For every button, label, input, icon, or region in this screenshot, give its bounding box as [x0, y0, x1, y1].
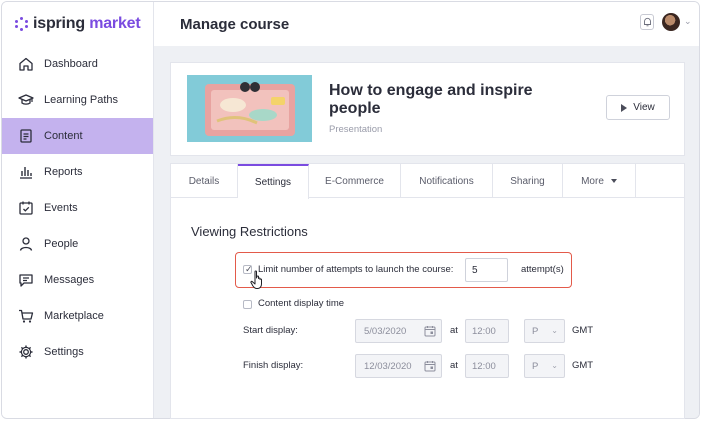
- settings-card: Details Settings E-Commerce Notification…: [170, 163, 685, 419]
- calendar-icon[interactable]: [424, 360, 436, 372]
- sidebar: ispring market Dashboard Learning Paths …: [2, 2, 154, 418]
- course-title: How to engage and inspire people: [329, 82, 533, 117]
- notification-bell-icon[interactable]: [640, 14, 654, 30]
- start-at-label: at: [450, 325, 458, 336]
- content-display-time-label: Content display time: [258, 298, 345, 309]
- start-display-label: Start display:: [243, 325, 298, 336]
- attempts-input[interactable]: 5: [465, 258, 508, 282]
- sidebar-item-learning-paths[interactable]: Learning Paths: [2, 82, 153, 118]
- sidebar-item-label: Learning Paths: [44, 94, 118, 106]
- course-thumbnail: [187, 75, 312, 142]
- start-timezone: GMT: [572, 325, 594, 336]
- sidebar-item-label: Dashboard: [44, 58, 98, 70]
- start-time-field[interactable]: 12:00: [465, 319, 509, 343]
- sidebar-item-marketplace[interactable]: Marketplace: [2, 298, 153, 334]
- sidebar-item-label: Messages: [44, 274, 95, 286]
- avatar[interactable]: [662, 13, 680, 31]
- top-header: Manage course ⌄: [154, 2, 699, 46]
- logo-icon: [15, 17, 29, 31]
- sidebar-item-reports[interactable]: Reports: [2, 154, 153, 190]
- chevron-down-icon[interactable]: ⌄: [684, 16, 692, 27]
- tab-notifications[interactable]: Notifications: [401, 164, 493, 198]
- finish-display-label: Finish display:: [243, 360, 304, 371]
- view-button-label: View: [633, 102, 655, 113]
- sidebar-item-content[interactable]: Content: [2, 118, 153, 154]
- tab-settings[interactable]: Settings: [238, 164, 309, 199]
- hand-cursor-icon: [250, 270, 262, 289]
- tab-more[interactable]: More: [563, 164, 636, 198]
- caret-down-icon: [610, 179, 617, 183]
- logo[interactable]: ispring market: [15, 15, 141, 33]
- message-icon: [18, 272, 34, 288]
- sidebar-item-events[interactable]: Events: [2, 190, 153, 226]
- document-icon: [18, 128, 34, 144]
- start-ampm-value: P: [532, 325, 539, 337]
- calendar-check-icon: [18, 200, 34, 216]
- page-title: Manage course: [180, 16, 290, 33]
- sidebar-item-messages[interactable]: Messages: [2, 262, 153, 298]
- sidebar-item-label: Reports: [44, 166, 83, 178]
- finish-at-label: at: [450, 360, 458, 371]
- content-display-time-checkbox[interactable]: [243, 300, 252, 309]
- sidebar-item-label: Content: [44, 130, 83, 142]
- play-icon: [621, 103, 628, 112]
- sidebar-item-label: Marketplace: [44, 310, 104, 322]
- person-icon: [18, 236, 34, 252]
- course-card: How to engage and inspire people Present…: [170, 62, 685, 156]
- attempts-unit: attempt(s): [521, 264, 564, 275]
- sidebar-item-label: People: [44, 238, 79, 250]
- chevron-down-icon: ⌄: [551, 361, 558, 370]
- finish-ampm-select[interactable]: P ⌄: [524, 354, 565, 378]
- calendar-icon[interactable]: [424, 325, 436, 337]
- tab-e-commerce[interactable]: E-Commerce: [309, 164, 401, 198]
- home-icon: [18, 56, 34, 72]
- chevron-down-icon: ⌄: [551, 326, 558, 335]
- finish-date-value: 12/03/2020: [364, 360, 412, 372]
- section-title: Viewing Restrictions: [191, 224, 308, 239]
- finish-timezone: GMT: [572, 360, 594, 371]
- bar-chart-icon: [18, 164, 34, 180]
- graduation-cap-icon: [18, 92, 34, 108]
- start-ampm-select[interactable]: P ⌄: [524, 319, 565, 343]
- finish-date-field[interactable]: 12/03/2020: [355, 354, 442, 378]
- cart-icon: [18, 308, 34, 324]
- tab-details[interactable]: Details: [171, 164, 238, 198]
- sidebar-item-people[interactable]: People: [2, 226, 153, 262]
- gear-icon: [18, 344, 34, 360]
- view-button[interactable]: View: [606, 95, 670, 120]
- start-date-value: 5/03/2020: [364, 325, 407, 337]
- sidebar-item-label: Settings: [44, 346, 84, 358]
- sidebar-item-dashboard[interactable]: Dashboard: [2, 46, 153, 82]
- sidebar-item-label: Events: [44, 202, 78, 214]
- sidebar-nav: Dashboard Learning Paths Content Reports: [2, 46, 153, 370]
- tab-sharing[interactable]: Sharing: [493, 164, 563, 198]
- logo-text: ispring market: [33, 15, 141, 32]
- start-date-field[interactable]: 5/03/2020: [355, 319, 442, 343]
- limit-attempts-label: Limit number of attempts to launch the c…: [258, 264, 454, 275]
- finish-ampm-value: P: [532, 360, 539, 372]
- sidebar-item-settings[interactable]: Settings: [2, 334, 153, 370]
- tab-bar: Details Settings E-Commerce Notification…: [171, 164, 684, 199]
- finish-time-field[interactable]: 12:00: [465, 354, 509, 378]
- course-type: Presentation: [329, 124, 383, 135]
